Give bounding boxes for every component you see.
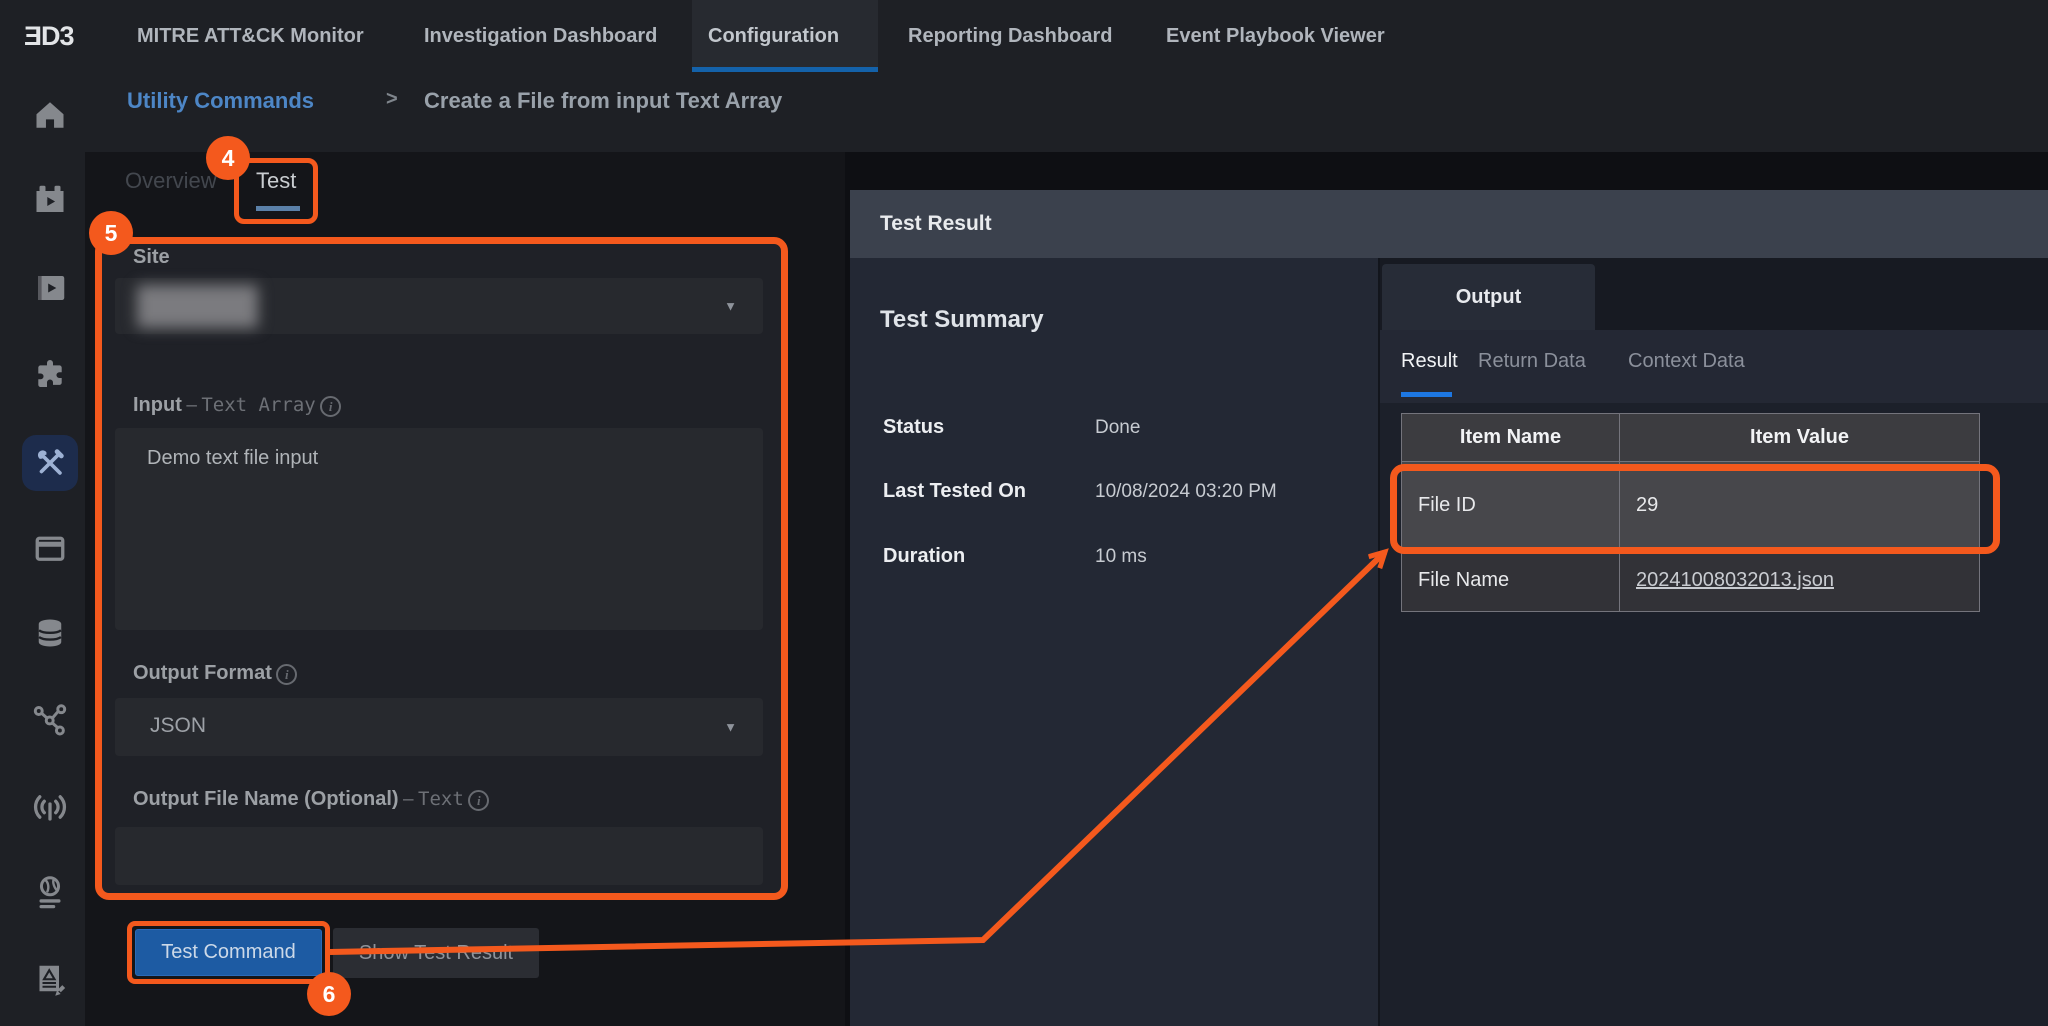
col-header-item-value: Item Value — [1620, 414, 1980, 462]
breadcrumb-separator: > — [386, 88, 398, 111]
table-row-file-id: File ID 29 — [1402, 462, 1980, 550]
input-type-hint: Text Array — [201, 394, 315, 416]
output-file-name-label: Output File Name (Optional) — [133, 788, 399, 810]
subtab-return-data[interactable]: Return Data — [1478, 350, 1586, 373]
network-share-icon[interactable] — [32, 702, 68, 738]
page-title: Create a File from input Text Array — [424, 88, 782, 114]
file-id-name-cell: File ID — [1402, 462, 1620, 550]
input-textarea-value: Demo text file input — [147, 447, 318, 470]
table-header-row: Item Name Item Value — [1402, 414, 1980, 462]
label-dash: – — [403, 789, 414, 810]
database-icon[interactable] — [32, 615, 68, 651]
input-label: Input — [133, 394, 182, 416]
test-summary-panel — [850, 258, 1378, 1026]
subtab-context-data[interactable]: Context Data — [1628, 350, 1745, 373]
site-value-redacted — [137, 285, 258, 328]
d3-logo: ƎD3 — [24, 0, 74, 72]
web-globe-icon[interactable] — [32, 875, 68, 911]
tab-test[interactable]: Test — [256, 168, 296, 194]
integrations-puzzle-icon[interactable] — [32, 357, 68, 393]
chevron-down-icon: ▼ — [724, 720, 737, 735]
incident-report-icon[interactable] — [32, 962, 68, 998]
summary-duration-value: 10 ms — [1095, 546, 1147, 568]
show-test-result-button[interactable]: Show Test Result — [333, 928, 539, 978]
subtab-result[interactable]: Result — [1401, 350, 1458, 373]
summary-last-tested-value: 10/08/2024 03:20 PM — [1095, 481, 1277, 503]
output-format-label-row: Output Format i — [133, 662, 297, 685]
test-result-title: Test Result — [880, 190, 992, 258]
input-label-row: Input – Text Array i — [133, 394, 341, 417]
col-header-item-name: Item Name — [1402, 414, 1620, 462]
nav-item-mitre-attack-monitor[interactable]: MITRE ATT&CK Monitor — [137, 0, 364, 72]
nav-item-reporting-dashboard[interactable]: Reporting Dashboard — [908, 0, 1112, 72]
home-icon[interactable] — [32, 97, 68, 133]
subtab-result-underline — [1401, 392, 1452, 397]
output-file-name-label-row: Output File Name (Optional) – Text i — [133, 788, 489, 811]
tools-icon — [33, 446, 67, 480]
summary-last-tested-label: Last Tested On — [883, 480, 1026, 503]
file-name-value-cell: 20241008032013.json — [1620, 550, 1980, 612]
output-format-value: JSON — [150, 714, 206, 738]
test-command-button[interactable]: Test Command — [135, 929, 322, 976]
page: ƎD3 MITRE ATT&CK Monitor Investigation D… — [0, 0, 2048, 1026]
summary-status-value: Done — [1095, 417, 1140, 439]
nav-item-configuration[interactable]: Configuration — [708, 0, 839, 72]
video-library-icon[interactable] — [32, 270, 68, 306]
result-table: Item Name Item Value File ID 29 File Nam… — [1401, 413, 1980, 612]
nav-item-investigation-dashboard[interactable]: Investigation Dashboard — [424, 0, 657, 72]
calendar-icon[interactable] — [32, 530, 68, 566]
info-icon[interactable]: i — [320, 396, 341, 417]
file-id-value-cell: 29 — [1620, 462, 1980, 550]
output-file-name-type-hint: Text — [418, 788, 464, 810]
info-icon[interactable]: i — [468, 790, 489, 811]
file-name-name-cell: File Name — [1402, 550, 1620, 612]
site-label: Site — [133, 246, 170, 269]
file-download-link[interactable]: 20241008032013.json — [1636, 569, 1834, 591]
output-format-label: Output Format — [133, 662, 272, 684]
tab-test-underline — [256, 206, 300, 211]
label-dash: – — [186, 395, 197, 416]
utility-commands-active-item[interactable] — [22, 435, 78, 491]
test-result-header-band — [850, 190, 2048, 258]
output-format-select[interactable]: ▼ — [115, 698, 763, 756]
summary-duration-label: Duration — [883, 545, 965, 568]
info-icon[interactable]: i — [276, 664, 297, 685]
tab-output[interactable]: Output — [1382, 264, 1595, 330]
table-row-file-name: File Name 20241008032013.json — [1402, 550, 1980, 612]
playbook-calendar-icon[interactable] — [32, 182, 68, 218]
test-summary-title: Test Summary — [880, 306, 1044, 334]
breadcrumb-parent-link[interactable]: Utility Commands — [127, 88, 314, 114]
chevron-down-icon: ▼ — [724, 299, 737, 314]
broadcast-icon[interactable] — [32, 789, 68, 825]
summary-status-label: Status — [883, 416, 944, 439]
nav-item-event-playbook-viewer[interactable]: Event Playbook Viewer — [1166, 0, 1385, 72]
top-navbar: ƎD3 MITRE ATT&CK Monitor Investigation D… — [0, 0, 2048, 72]
output-file-name-input[interactable] — [115, 827, 763, 885]
tab-overview[interactable]: Overview — [125, 168, 217, 194]
